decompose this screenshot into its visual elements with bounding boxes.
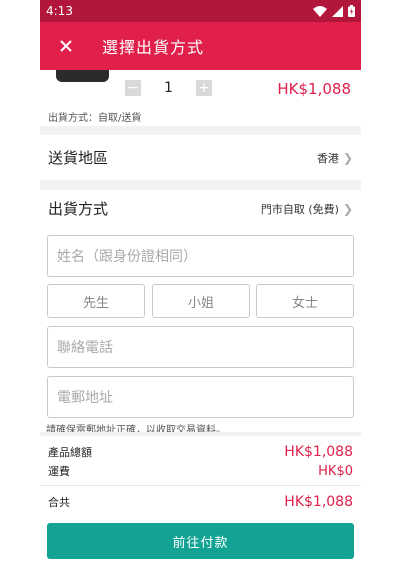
quantity-value: 1 [164,80,173,96]
name-field[interactable]: 姓名（跟身份證相同） [47,235,354,277]
chevron-right-icon: ❯ [342,201,353,216]
subtotal-label: 產品總額 [48,446,92,459]
title-mr-button[interactable]: 先生 [47,284,145,318]
signal-icon [332,5,343,17]
shipping-method-label: 出貨方式 [48,200,109,218]
checkout-content[interactable]: − 1 + HK$1,088 出貨方式：自取/送貨 送貨地區 香港 ❯ 出貨方式… [40,70,361,432]
shipping-fee-label: 運費 [48,465,70,478]
product-card: − 1 + HK$1,088 出貨方式：自取/送貨 [40,70,361,126]
email-note: 請確保電郵地址正確，以收取交易資料。 [46,425,226,432]
delivery-region-label: 送貨地區 [48,149,109,167]
product-price: HK$1,088 [277,80,351,98]
wifi-icon [313,5,327,17]
close-icon [60,40,72,52]
increase-button[interactable]: + [196,80,212,96]
status-bar: 4:13 [40,0,361,22]
shipping-fee-line: 運費 HK$0 [48,463,353,479]
phone-field[interactable]: 聯絡電話 [47,326,354,368]
decrease-button[interactable]: − [125,80,141,96]
subtotal-value: HK$1,088 [284,444,353,460]
shipping-method-text: 門市自取 (免費) [260,202,339,216]
product-image [56,70,109,82]
phone-screen: 4:13 選擇出貨方式 − 1 + HK$1,088 出貨方式：自取/送貨 送貨… [40,0,361,569]
chevron-right-icon: ❯ [342,150,353,165]
status-time: 4:13 [46,4,73,18]
title-ms-button[interactable]: 女士 [256,284,354,318]
battery-icon [348,5,355,17]
app-bar: 選擇出貨方式 [40,22,361,70]
shipping-fee-value: HK$0 [318,463,353,479]
shipping-method-row[interactable]: 出貨方式 門市自取 (免費) ❯ [40,190,361,227]
proceed-to-payment-button[interactable]: 前往付款 [47,523,354,559]
contact-form: 姓名（跟身份證相同） 先生 小姐 女士 聯絡電話 電郵地址 請確保電郵地址正確，… [40,227,361,432]
shipping-note: 出貨方式：自取/送貨 [48,113,142,124]
order-summary: 產品總額 HK$1,088 運費 HK$0 合共 HK$1,088 前往付款 [40,436,361,569]
summary-divider [40,485,361,486]
status-icons [313,5,355,17]
title-miss-button[interactable]: 小姐 [152,284,250,318]
delivery-region-text: 香港 [316,151,339,165]
close-button[interactable] [40,22,92,70]
shipping-method-value: 門市自取 (免費) ❯ [261,201,353,217]
total-label: 合共 [48,496,70,509]
delivery-region-row[interactable]: 送貨地區 香港 ❯ [40,135,361,180]
delivery-region-value: 香港 ❯ [317,150,353,166]
email-field[interactable]: 電郵地址 [47,376,354,418]
subtotal-line: 產品總額 HK$1,088 [48,444,353,460]
total-line: 合共 HK$1,088 [48,494,353,510]
total-value: HK$1,088 [284,494,353,510]
page-title: 選擇出貨方式 [102,38,205,57]
quantity-stepper: − 1 + [125,78,212,98]
